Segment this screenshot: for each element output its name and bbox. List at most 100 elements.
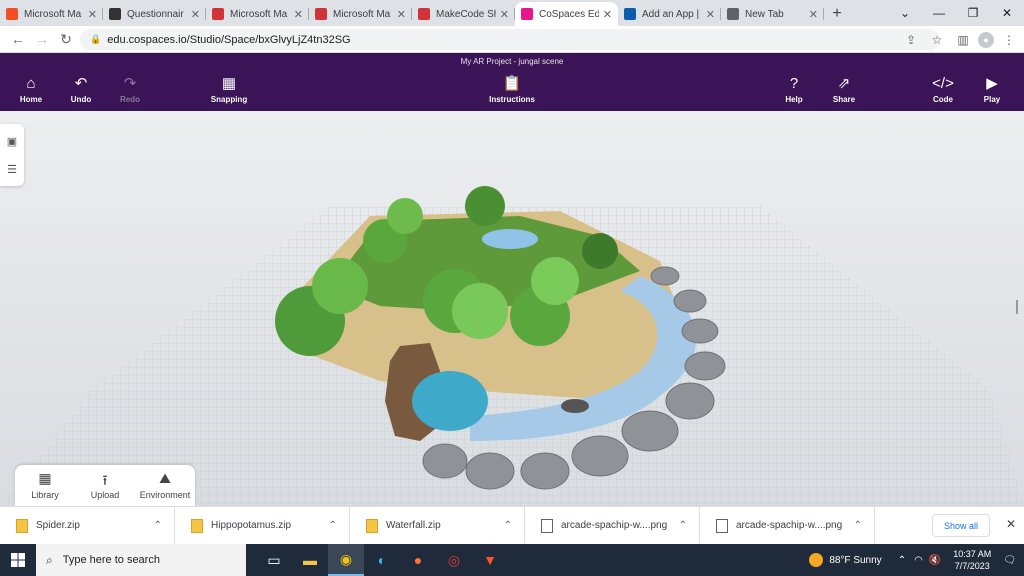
browser-tab[interactable]: CoSpaces Edu ✕ [515,2,618,26]
play-button[interactable]: ▶ Play [962,75,1022,104]
brave-icon[interactable]: ▼ [472,544,508,576]
close-window-icon[interactable]: ✕ [990,0,1024,26]
notifications-icon[interactable]: 🗨 [1003,555,1016,566]
profile-avatar[interactable]: ● [978,31,994,48]
redo-icon: ↷ [123,75,137,92]
firefox-icon[interactable]: ● [400,544,436,576]
library-grid-icon: ▦ [38,470,52,486]
browser-tab[interactable]: Questionnair ✕ [103,2,206,26]
download-filename: Hippopotamus.zip [211,520,292,531]
app-header: My AR Project - jungal scene ⌂ Home ↶ Un… [0,53,1024,111]
tab-search-icon[interactable]: ⌄ [888,0,922,26]
url-text: edu.cospaces.io/Studio/Space/bxGlvyLjZ4t… [107,33,351,46]
download-item[interactable]: Waterfall.zip ⌃ [350,506,525,545]
object-list-icon[interactable]: ☰ [0,156,24,184]
chevron-up-icon[interactable]: ⌃ [679,520,687,531]
download-item[interactable]: arcade-spachip-w....png ⌃ [525,506,700,545]
browser-tab[interactable]: Add an App | ✕ [618,2,721,26]
start-button[interactable] [0,544,36,576]
side-panel-icon[interactable]: ▥ [952,29,974,50]
close-downloads-icon[interactable]: ✕ [1006,517,1016,531]
redo-button[interactable]: ↷ Redo [100,75,160,104]
taskbar: ⌕ Type here to search ▭ ▬ ◉ ◐ ● ◎ ▼ 88°F… [0,544,1024,576]
jungle-scene-render[interactable] [0,111,1024,506]
minimize-icon[interactable]: — [922,0,956,26]
share-icon: ⇗ [837,75,851,92]
tab-close-icon[interactable]: ✕ [88,8,97,21]
network-icon[interactable]: ◠ [914,555,923,566]
tab-close-icon[interactable]: ✕ [809,8,818,21]
scene-gallery-icon[interactable]: ▣ [0,128,24,156]
share-button[interactable]: ⇗ Share [814,75,874,104]
clock[interactable]: 10:37 AM 7/7/2023 [953,548,991,572]
download-filename: Spider.zip [36,520,80,531]
share-page-icon[interactable]: ⇪ [900,29,922,50]
browser-tab[interactable]: Microsoft Ma ✕ [309,2,412,26]
tab-close-icon[interactable]: ✕ [191,8,200,21]
chevron-up-icon[interactable]: ⌃ [854,520,862,531]
downloads-list: Spider.zip ⌃ Hippopotamus.zip ⌃ Waterfall.zi… [0,506,875,545]
browser-tab[interactable]: Microsoft Ma ✕ [206,2,309,26]
zip-file-icon [191,518,203,533]
show-all-button[interactable]: Show all [932,514,990,537]
address-bar-actions: ⇪ ☆ ▥ ● ⋮ [900,29,1020,50]
hippo [561,399,589,413]
environment-icon: ⛰ [159,470,171,486]
download-filename: Waterfall.zip [386,520,441,531]
reload-icon[interactable]: ↻ [54,31,78,48]
chrome-icon [727,8,739,20]
download-item[interactable]: Hippopotamus.zip ⌃ [175,506,350,545]
system-tray: 88°F Sunny ⌃ ◠ 🔇 10:37 AM 7/7/2023 🗨 [809,544,1024,576]
environment-button[interactable]: ⛰ Environment [135,465,195,506]
tab-close-icon[interactable]: ✕ [500,8,509,21]
tab-close-icon[interactable]: ✕ [603,8,612,21]
restore-icon[interactable]: ❐ [956,0,990,26]
browser-tab[interactable]: MakeCode Sh ✕ [412,2,515,26]
tab-strip: Microsoft Ma ✕ Questionnair ✕ Microsoft Ma ✕ M… [0,0,824,26]
weather-widget[interactable]: 88°F Sunny [809,553,882,567]
chevron-up-icon[interactable]: ⌃ [504,520,512,531]
download-item[interactable]: arcade-spachip-w....png ⌃ [700,506,875,545]
download-filename: arcade-spachip-w....png [736,520,843,531]
makecode-icon [418,8,430,20]
clipboard-icon: 📋 [502,75,522,92]
url-field[interactable]: 🔒 edu.cospaces.io/Studio/Space/bxGlvyLjZ… [80,29,940,50]
edge-icon[interactable]: ◐ [364,544,400,576]
opera-icon[interactable]: ◎ [436,544,472,576]
taskbar-search[interactable]: ⌕ Type here to search [36,544,246,576]
browser-tab[interactable]: New Tab ✕ [721,2,824,26]
upload-icon: ⭱ [102,472,108,488]
right-panel-handle[interactable] [1016,300,1018,314]
tab-close-icon[interactable]: ✕ [397,8,406,21]
instructions-button[interactable]: 📋 Instructions [482,75,542,104]
search-icon: ⌕ [46,552,53,567]
side-panel-tabs: ▣ ☰ [0,124,24,186]
download-item[interactable]: Spider.zip ⌃ [0,506,175,545]
tab-close-icon[interactable]: ✕ [706,8,715,21]
bookmark-star-icon[interactable]: ☆ [926,29,948,50]
upload-button[interactable]: ⭱ Upload [75,465,135,506]
browser-tab[interactable]: Microsoft Ma ✕ [0,2,103,26]
grid-icon: ▦ [221,75,237,92]
tray-chevron-icon[interactable]: ⌃ [898,555,906,566]
snapping-button[interactable]: ▦ Snapping [199,75,259,104]
tab-close-icon[interactable]: ✕ [294,8,303,21]
library-button[interactable]: ▦ Library [15,465,75,506]
chevron-up-icon[interactable]: ⌃ [154,520,162,531]
tab-label: MakeCode Sh [436,8,496,20]
file-explorer-icon[interactable]: ▬ [292,544,328,576]
cospaces-icon [521,8,533,20]
volume-icon[interactable]: 🔇 [929,555,941,566]
chevron-up-icon[interactable]: ⌃ [329,520,337,531]
microsoft-icon [6,8,18,20]
back-icon[interactable]: ← [6,31,30,47]
tab-label: Microsoft Ma [333,8,391,20]
forward-icon[interactable]: → [30,31,54,47]
task-view-icon[interactable]: ▭ [256,544,292,576]
zip-file-icon [366,518,378,533]
scene-canvas[interactable] [0,111,1024,506]
image-file-icon [716,518,728,533]
chrome-taskbar-icon[interactable]: ◉ [328,544,364,576]
menu-kebab-icon[interactable]: ⋮ [998,29,1020,50]
new-tab-button[interactable]: + [824,2,850,26]
